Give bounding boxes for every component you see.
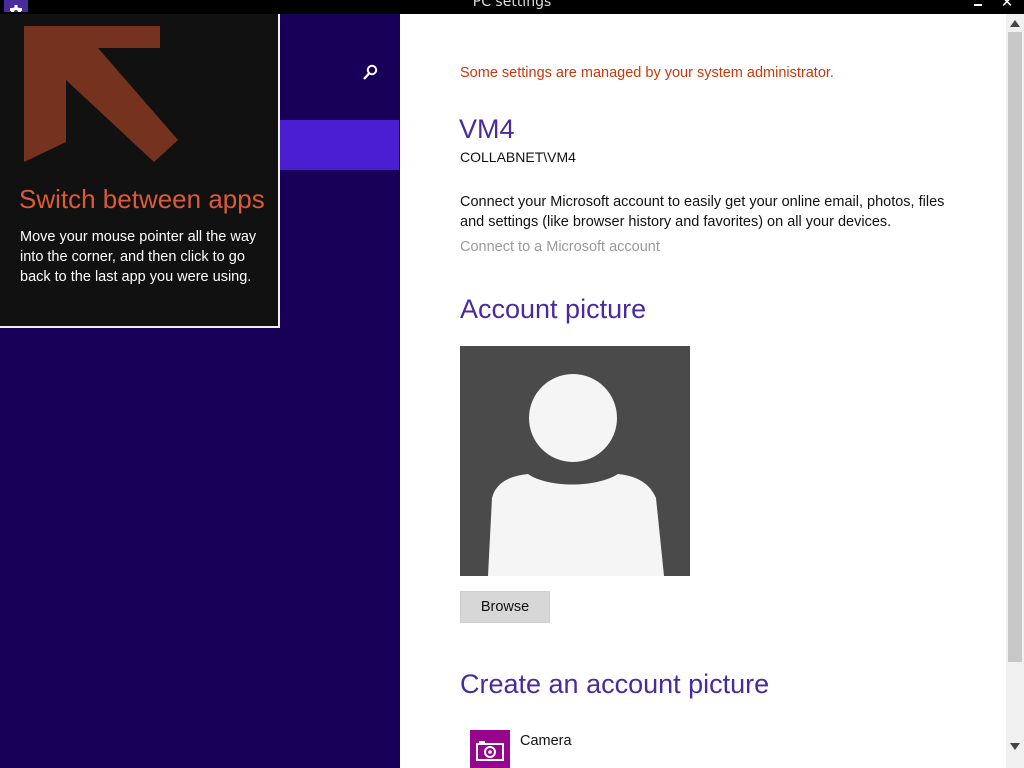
title-bar: PC settings ✕ bbox=[0, 0, 1024, 14]
account-id: COLLABNET\VM4 bbox=[460, 149, 576, 165]
minimize-button[interactable] bbox=[971, 0, 985, 12]
admin-notice: Some settings are managed by your system… bbox=[460, 65, 834, 81]
close-button[interactable]: ✕ bbox=[999, 0, 1015, 13]
browse-button[interactable]: Browse bbox=[460, 591, 550, 623]
create-account-picture-heading: Create an account picture bbox=[460, 669, 770, 699]
scrollbar[interactable] bbox=[1006, 14, 1024, 768]
camera-label: Camera bbox=[520, 733, 572, 749]
account-picture bbox=[460, 346, 690, 576]
tip-title: Switch between apps bbox=[19, 184, 265, 214]
window-title: PC settings bbox=[472, 0, 552, 10]
account-content: Some settings are managed by your system… bbox=[400, 14, 1006, 768]
nav-selected-item[interactable] bbox=[279, 120, 399, 170]
search-icon[interactable] bbox=[362, 64, 378, 82]
account-picture-heading: Account picture bbox=[460, 294, 647, 324]
scroll-up-arrow-icon[interactable] bbox=[1006, 16, 1024, 30]
tip-panel: Switch between apps Move your mouse poin… bbox=[0, 14, 280, 328]
camera-app-item[interactable]: Camera bbox=[470, 730, 670, 768]
connect-microsoft-account-link[interactable]: Connect to a Microsoft account bbox=[460, 239, 660, 255]
scroll-down-arrow-icon[interactable] bbox=[1006, 738, 1024, 752]
camera-icon bbox=[470, 730, 510, 768]
scroll-thumb[interactable] bbox=[1008, 32, 1022, 662]
account-name: VM4 bbox=[459, 114, 515, 144]
arrow-up-left-icon bbox=[24, 26, 178, 162]
microsoft-account-description: Connect your Microsoft account to easily… bbox=[460, 194, 945, 230]
tip-body: Move your mouse pointer all the way into… bbox=[20, 229, 257, 285]
user-silhouette-icon bbox=[488, 374, 664, 576]
